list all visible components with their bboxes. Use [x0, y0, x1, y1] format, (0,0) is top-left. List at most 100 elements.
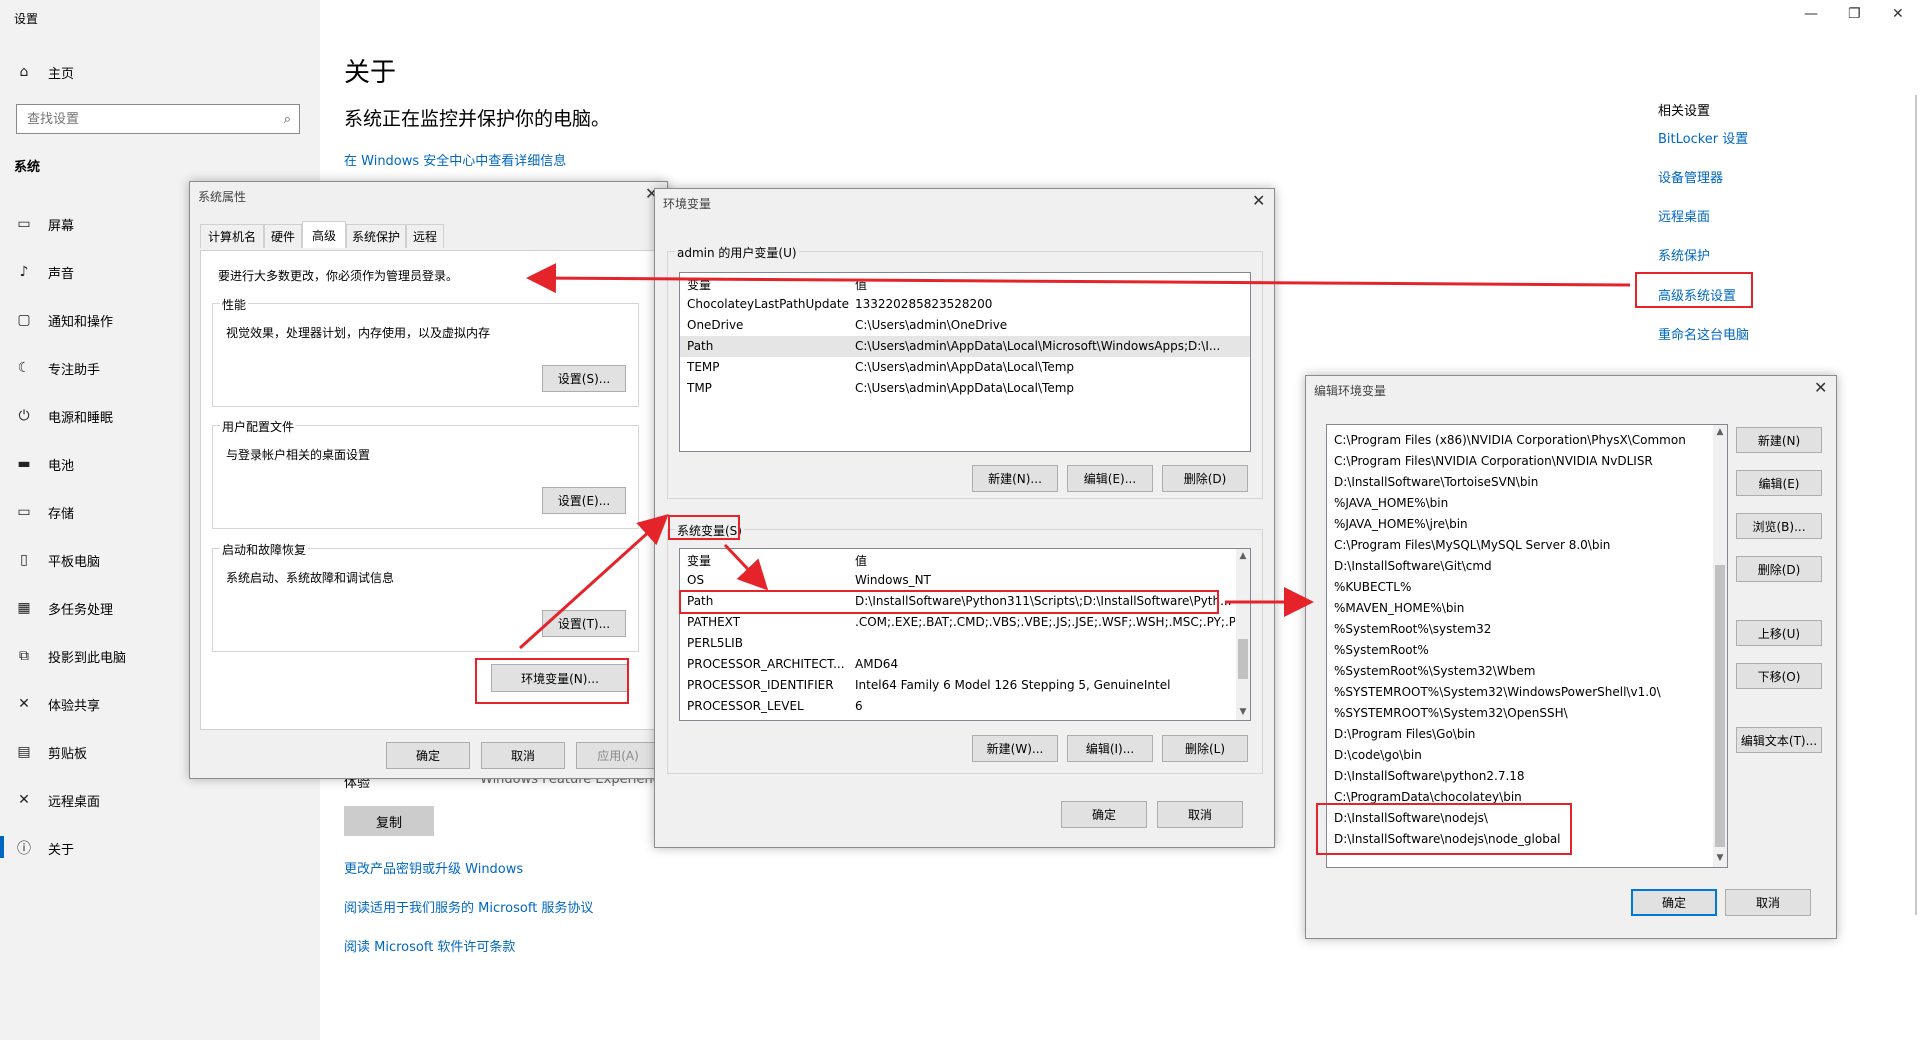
table-row[interactable]: PERL5LIB [680, 633, 1250, 654]
close-window-button[interactable]: ✕ [1892, 6, 1904, 22]
system-variables-list[interactable]: 变量 值 OS Windows_NT Path D:\InstallSoftware\… [679, 548, 1251, 721]
table-row[interactable]: PATHEXT .COM;.EXE;.BAT;.CMD;.VBS;.VBE;.JS… [680, 612, 1250, 633]
sidebar-item-13[interactable]: ⓘ 关于 [14, 834, 314, 862]
path-entries-list[interactable]: C:\Program Files (x86)\NVIDIA Corporatio… [1326, 424, 1728, 868]
sidebar-item-home[interactable]: ⌂ 主页 [14, 58, 314, 86]
list-item[interactable]: D:\InstallSoftware\Git\cmd [1327, 556, 1713, 577]
table-row[interactable]: OneDrive C:\Users\admin\OneDrive [680, 315, 1250, 336]
vertical-scrollbar[interactable]: ▲ ▼ [1236, 549, 1250, 720]
list-item[interactable]: %SystemRoot% [1327, 640, 1713, 661]
table-row[interactable]: OS Windows_NT [680, 570, 1250, 591]
system-protection-link[interactable]: 系统保护 [1658, 245, 1710, 264]
system-new-button[interactable]: 新建(W)... [972, 735, 1058, 762]
scroll-down-icon[interactable]: ▼ [1713, 853, 1727, 863]
list-item[interactable]: C:\Program Files\NVIDIA Corporation\NVID… [1327, 451, 1713, 472]
remote-desktop-link[interactable]: 远程桌面 [1658, 206, 1710, 225]
table-row[interactable]: PROCESSOR_IDENTIFIER Intel64 Family 6 Mod… [680, 675, 1250, 696]
ok-button[interactable]: 确定 [1061, 801, 1147, 828]
ok-button[interactable]: 确定 [1631, 889, 1717, 916]
edit-text-button[interactable]: 编辑文本(T)... [1736, 727, 1822, 753]
column-header-value[interactable]: 值 [855, 276, 867, 293]
page-scrollbar[interactable] [1915, 95, 1917, 915]
list-item[interactable]: %SYSTEMROOT%\System32\OpenSSH\ [1327, 703, 1713, 724]
vertical-scrollbar[interactable]: ▲ ▼ [1713, 425, 1727, 867]
bitlocker-link[interactable]: BitLocker 设置 [1658, 128, 1748, 147]
column-header-variable[interactable]: 变量 [687, 552, 711, 569]
cancel-button[interactable]: 取消 [1725, 889, 1811, 916]
cancel-button[interactable]: 取消 [481, 742, 565, 769]
list-item[interactable]: %SystemRoot%\System32\Wbem [1327, 661, 1713, 682]
table-row[interactable]: PROCESSOR_LEVEL 6 [680, 696, 1250, 717]
delete-entry-button[interactable]: 删除(D) [1736, 556, 1822, 582]
list-item[interactable]: %JAVA_HOME%\jre\bin [1327, 514, 1713, 535]
scroll-down-icon[interactable]: ▼ [1236, 707, 1250, 717]
list-item[interactable]: C:\Program Files\MySQL\MySQL Server 8.0\… [1327, 535, 1713, 556]
list-item[interactable]: D:\InstallSoftware\TortoiseSVN\bin [1327, 472, 1713, 493]
search-box[interactable]: ⌕ [16, 104, 300, 134]
table-row[interactable]: PROCESSOR_ARCHITECT... AMD64 [680, 654, 1250, 675]
change-key-link[interactable]: 更改产品密钥或升级 Windows [344, 858, 523, 877]
column-header-value[interactable]: 值 [855, 552, 867, 569]
list-item[interactable]: %SYSTEMROOT%\System32\WindowsPowerShell\… [1327, 682, 1713, 703]
close-icon[interactable]: ✕ [1252, 191, 1265, 210]
close-icon[interactable]: ✕ [1814, 378, 1827, 397]
user-edit-button[interactable]: 编辑(E)... [1067, 465, 1153, 492]
search-input[interactable] [25, 110, 284, 128]
restore-button[interactable]: ❐ [1848, 6, 1861, 22]
tab-computer-name[interactable]: 计算机名 [200, 224, 264, 248]
scroll-thumb[interactable] [1715, 565, 1725, 847]
list-item[interactable]: %KUBECTL% [1327, 577, 1713, 598]
license-terms-link[interactable]: 阅读 Microsoft 软件许可条款 [344, 936, 515, 955]
tab-advanced[interactable]: 高级 [302, 221, 346, 248]
security-center-link[interactable]: 在 Windows 安全中心中查看详细信息 [344, 150, 566, 169]
scroll-up-icon[interactable]: ▲ [1236, 551, 1250, 561]
list-item[interactable]: D:\Program Files\Go\bin [1327, 724, 1713, 745]
system-delete-button[interactable]: 删除(L) [1162, 735, 1248, 762]
scroll-up-icon[interactable]: ▲ [1713, 427, 1727, 437]
user-new-button[interactable]: 新建(N)... [972, 465, 1058, 492]
table-row[interactable]: Path C:\Users\admin\AppData\Local\Microso… [680, 336, 1250, 357]
list-item[interactable]: D:\InstallSoftware\nodejs\node_global [1327, 829, 1713, 850]
sidebar-item-12[interactable]: ✕ 远程桌面 [14, 786, 314, 814]
tab-hardware[interactable]: 硬件 [264, 224, 302, 248]
advanced-system-settings-link[interactable]: 高级系统设置 [1658, 285, 1736, 304]
browse-button[interactable]: 浏览(B)... [1736, 513, 1822, 539]
user-variables-list[interactable]: 变量 值 ChocolateyLastPathUpdate 13322028582… [679, 272, 1251, 452]
profile-settings-button[interactable]: 设置(E)... [542, 487, 626, 514]
service-agreement-link[interactable]: 阅读适用于我们服务的 Microsoft 服务协议 [344, 897, 593, 916]
environment-variables-button[interactable]: 环境变量(N)... [491, 664, 629, 692]
device-manager-link[interactable]: 设备管理器 [1658, 167, 1723, 186]
performance-settings-button[interactable]: 设置(S)... [542, 365, 626, 392]
apply-button[interactable]: 应用(A) [576, 742, 660, 769]
table-row[interactable]: TMP C:\Users\admin\AppData\Local\Temp [680, 378, 1250, 399]
table-row[interactable]: ChocolateyLastPathUpdate 1332202858235282… [680, 294, 1250, 315]
edit-entry-button[interactable]: 编辑(E) [1736, 470, 1822, 496]
scroll-thumb[interactable] [1238, 639, 1248, 679]
list-item[interactable]: C:\Program Files (x86)\NVIDIA Corporatio… [1327, 430, 1713, 451]
list-item[interactable]: D:\InstallSoftware\python2.7.18 [1327, 766, 1713, 787]
new-entry-button[interactable]: 新建(N) [1736, 427, 1822, 453]
cancel-button[interactable]: 取消 [1157, 801, 1243, 828]
table-row[interactable]: Path D:\InstallSoftware\Python311\Scripts… [680, 591, 1250, 612]
column-header-variable[interactable]: 变量 [687, 276, 711, 293]
ok-button[interactable]: 确定 [386, 742, 470, 769]
list-item[interactable]: C:\ProgramData\chocolatey\bin [1327, 787, 1713, 808]
startup-settings-button[interactable]: 设置(T)... [542, 610, 626, 637]
user-delete-button[interactable]: 删除(D) [1162, 465, 1248, 492]
minimize-button[interactable]: — [1804, 6, 1818, 22]
table-row[interactable]: TEMP C:\Users\admin\AppData\Local\Temp [680, 357, 1250, 378]
move-down-button[interactable]: 下移(O) [1736, 663, 1822, 689]
system-edit-button[interactable]: 编辑(I)... [1067, 735, 1153, 762]
tab-system-protection[interactable]: 系统保护 [346, 224, 406, 248]
tab-remote[interactable]: 远程 [406, 224, 444, 248]
list-item[interactable]: %MAVEN_HOME%\bin [1327, 598, 1713, 619]
search-icon[interactable]: ⌕ [284, 112, 291, 127]
rename-pc-link[interactable]: 重命名这台电脑 [1658, 324, 1749, 343]
move-up-button[interactable]: 上移(U) [1736, 620, 1822, 646]
list-item[interactable]: %JAVA_HOME%\bin [1327, 493, 1713, 514]
list-item[interactable]: %SystemRoot%\system32 [1327, 619, 1713, 640]
copy-button[interactable]: 复制 [344, 806, 434, 836]
admin-note: 要进行大多数更改，你必须作为管理员登录。 [218, 269, 459, 283]
list-item[interactable]: D:\InstallSoftware\nodejs\ [1327, 808, 1713, 829]
list-item[interactable]: D:\code\go\bin [1327, 745, 1713, 766]
